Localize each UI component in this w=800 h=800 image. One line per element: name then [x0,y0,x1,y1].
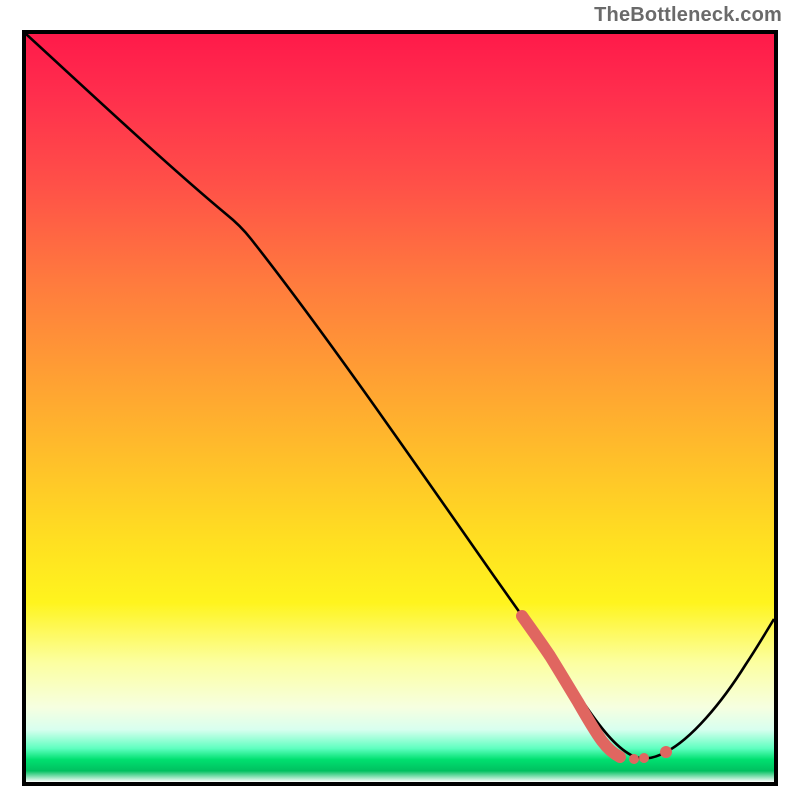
watermark-label: TheBottleneck.com [594,4,782,27]
gradient-background [26,34,774,782]
chart-frame [22,30,778,786]
chart-plot-area [26,34,774,782]
